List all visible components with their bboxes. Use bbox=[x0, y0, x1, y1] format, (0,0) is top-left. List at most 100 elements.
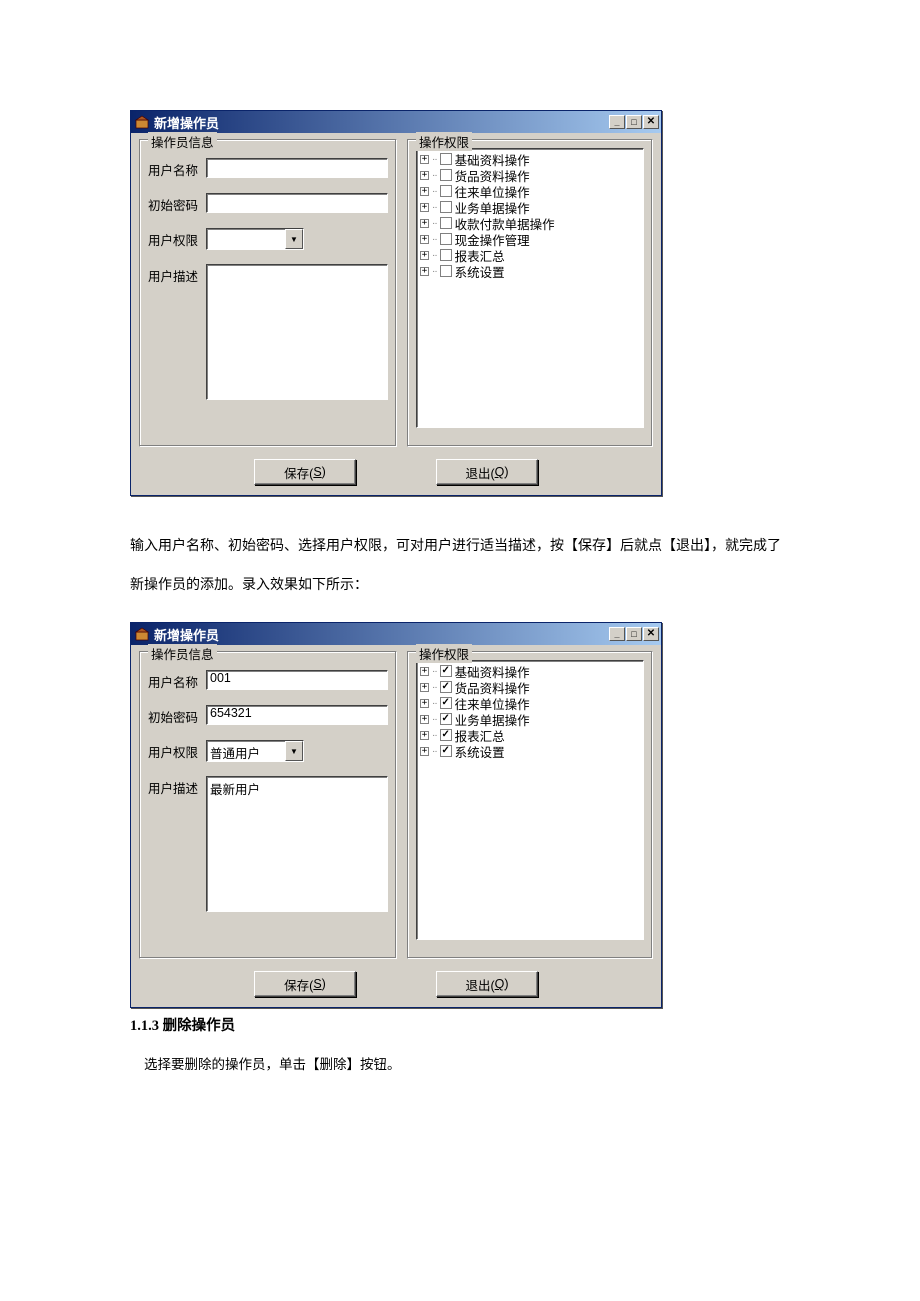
password-label: 初始密码 bbox=[148, 705, 206, 726]
group-legend: 操作权限 bbox=[416, 644, 472, 663]
tree-item[interactable]: +··业务单据操作 bbox=[419, 711, 641, 727]
titlebar[interactable]: 新增操作员 _ □ ✕ bbox=[131, 111, 661, 133]
expand-icon[interactable]: + bbox=[420, 155, 429, 164]
expand-icon[interactable]: + bbox=[420, 715, 429, 724]
username-input[interactable] bbox=[206, 158, 388, 178]
tree-connector: ·· bbox=[432, 186, 437, 197]
tree-item[interactable]: +··货品资料操作 bbox=[419, 679, 641, 695]
expand-icon[interactable]: + bbox=[420, 747, 429, 756]
dialog-add-operator-empty: 新增操作员 _ □ ✕ 操作员信息 用户名称 初始密码 bbox=[130, 110, 662, 496]
checkbox[interactable] bbox=[440, 729, 452, 741]
tree-item[interactable]: +··往来单位操作 bbox=[419, 695, 641, 711]
tree-item[interactable]: +··收款付款单据操作 bbox=[419, 215, 641, 231]
tree-connector: ·· bbox=[432, 698, 437, 709]
permissions-tree[interactable]: +··基础资料操作+··货品资料操作+··往来单位操作+··业务单据操作+··收… bbox=[416, 148, 644, 428]
expand-icon[interactable]: + bbox=[420, 731, 429, 740]
section-heading: 1.1.3 删除操作员 bbox=[130, 1014, 790, 1035]
close-button[interactable]: ✕ bbox=[643, 627, 659, 641]
tree-connector: ·· bbox=[432, 250, 437, 261]
group-legend: 操作权限 bbox=[416, 132, 472, 151]
operator-info-group: 操作员信息 用户名称 初始密码 用户权限 ▼ bbox=[139, 139, 397, 447]
checkbox[interactable] bbox=[440, 169, 452, 181]
expand-icon[interactable]: + bbox=[420, 187, 429, 196]
checkbox[interactable] bbox=[440, 681, 452, 693]
desc-textarea[interactable]: 最新用户 bbox=[206, 776, 388, 912]
checkbox[interactable] bbox=[440, 249, 452, 261]
checkbox[interactable] bbox=[440, 665, 452, 677]
tree-item[interactable]: +··报表汇总 bbox=[419, 247, 641, 263]
checkbox[interactable] bbox=[440, 713, 452, 725]
expand-icon[interactable]: + bbox=[420, 267, 429, 276]
username-input[interactable]: 001 bbox=[206, 670, 388, 690]
exit-button[interactable]: 退出(Q) bbox=[436, 459, 538, 485]
expand-icon[interactable]: + bbox=[420, 235, 429, 244]
paragraph: 输入用户名称、初始密码、选择用户权限，可对用户进行适当描述，按【保存】后就点【退… bbox=[130, 526, 790, 604]
tree-connector: ·· bbox=[432, 682, 437, 693]
role-combobox[interactable]: ▼ bbox=[206, 228, 304, 250]
role-combobox-value bbox=[207, 229, 285, 249]
password-input[interactable] bbox=[206, 193, 388, 213]
tree-item[interactable]: +··系统设置 bbox=[419, 743, 641, 759]
permissions-group: 操作权限 +··基础资料操作+··货品资料操作+··往来单位操作+··业务单据操… bbox=[407, 651, 653, 959]
section-text: 选择要删除的操作员，单击【删除】按钮。 bbox=[144, 1053, 790, 1073]
tree-connector: ·· bbox=[432, 746, 437, 757]
chevron-down-icon[interactable]: ▼ bbox=[285, 229, 303, 249]
role-combobox-value: 普通用户 bbox=[207, 741, 285, 761]
checkbox[interactable] bbox=[440, 233, 452, 245]
tree-connector: ·· bbox=[432, 202, 437, 213]
tree-connector: ·· bbox=[432, 234, 437, 245]
tree-item[interactable]: +··现金操作管理 bbox=[419, 231, 641, 247]
window-title: 新增操作员 bbox=[154, 625, 609, 644]
checkbox[interactable] bbox=[440, 697, 452, 709]
expand-icon[interactable]: + bbox=[420, 667, 429, 676]
permissions-tree[interactable]: +··基础资料操作+··货品资料操作+··往来单位操作+··业务单据操作+··报… bbox=[416, 660, 644, 940]
permissions-group: 操作权限 +··基础资料操作+··货品资料操作+··往来单位操作+··业务单据操… bbox=[407, 139, 653, 447]
group-legend: 操作员信息 bbox=[148, 644, 217, 663]
window-title: 新增操作员 bbox=[154, 113, 609, 132]
tree-item[interactable]: +··报表汇总 bbox=[419, 727, 641, 743]
expand-icon[interactable]: + bbox=[420, 683, 429, 692]
tree-item[interactable]: +··往来单位操作 bbox=[419, 183, 641, 199]
tree-connector: ·· bbox=[432, 154, 437, 165]
minimize-button[interactable]: _ bbox=[609, 627, 625, 641]
minimize-button[interactable]: _ bbox=[609, 115, 625, 129]
tree-item[interactable]: +··基础资料操作 bbox=[419, 151, 641, 167]
exit-button[interactable]: 退出(Q) bbox=[436, 971, 538, 997]
chevron-down-icon[interactable]: ▼ bbox=[285, 741, 303, 761]
expand-icon[interactable]: + bbox=[420, 699, 429, 708]
tree-item-label: 系统设置 bbox=[455, 262, 505, 281]
tree-connector: ·· bbox=[432, 170, 437, 181]
role-combobox[interactable]: 普通用户 ▼ bbox=[206, 740, 304, 762]
maximize-button[interactable]: □ bbox=[626, 627, 642, 641]
expand-icon[interactable]: + bbox=[420, 171, 429, 180]
password-input[interactable]: 654321 bbox=[206, 705, 388, 725]
app-icon bbox=[135, 627, 149, 641]
checkbox[interactable] bbox=[440, 185, 452, 197]
checkbox[interactable] bbox=[440, 153, 452, 165]
tree-item[interactable]: +·· 系统设置 bbox=[419, 263, 641, 279]
desc-textarea[interactable] bbox=[206, 264, 388, 400]
checkbox[interactable] bbox=[440, 217, 452, 229]
username-label: 用户名称 bbox=[148, 158, 206, 179]
tree-connector: ·· bbox=[432, 730, 437, 741]
tree-connector: ·· bbox=[432, 666, 437, 677]
group-legend: 操作员信息 bbox=[148, 132, 217, 151]
save-button[interactable]: 保存(S) bbox=[254, 971, 356, 997]
tree-item[interactable]: +··货品资料操作 bbox=[419, 167, 641, 183]
expand-icon[interactable]: + bbox=[420, 251, 429, 260]
password-label: 初始密码 bbox=[148, 193, 206, 214]
close-button[interactable]: ✕ bbox=[643, 115, 659, 129]
maximize-button[interactable]: □ bbox=[626, 115, 642, 129]
checkbox[interactable] bbox=[440, 201, 452, 213]
save-button[interactable]: 保存(S) bbox=[254, 459, 356, 485]
dialog-add-operator-filled: 新增操作员 _ □ ✕ 操作员信息 用户名称 001 初始密码 654321 bbox=[130, 622, 662, 1008]
tree-connector: ·· bbox=[432, 714, 437, 725]
expand-icon[interactable]: + bbox=[420, 219, 429, 228]
checkbox[interactable] bbox=[440, 745, 452, 757]
tree-item[interactable]: +··基础资料操作 bbox=[419, 663, 641, 679]
desc-label: 用户描述 bbox=[148, 264, 206, 285]
tree-connector: ·· bbox=[432, 266, 437, 277]
checkbox[interactable] bbox=[440, 265, 452, 277]
expand-icon[interactable]: + bbox=[420, 203, 429, 212]
titlebar[interactable]: 新增操作员 _ □ ✕ bbox=[131, 623, 661, 645]
